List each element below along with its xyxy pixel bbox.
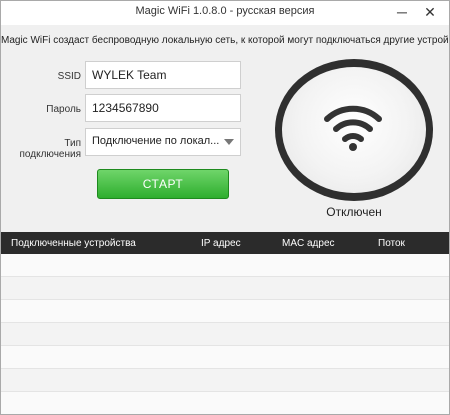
column-mac[interactable]: MAC адрес xyxy=(282,238,335,249)
devices-table-body xyxy=(1,254,449,414)
description-text: Magic WiFi создаст беспроводную локальну… xyxy=(1,35,450,46)
minimize-button[interactable]: ─ xyxy=(389,1,415,25)
ssid-value: WYLEK Team xyxy=(92,68,167,82)
title-bar: Magic WiFi 1.0.8.0 - русская версия ─ ✕ xyxy=(1,1,449,25)
chevron-down-icon xyxy=(224,139,234,145)
app-window: Magic WiFi 1.0.8.0 - русская версия ─ ✕ … xyxy=(0,0,450,415)
ssid-field[interactable]: WYLEK Team xyxy=(85,61,241,89)
column-devices[interactable]: Подключенные устройства xyxy=(11,238,136,249)
password-label: Пароль xyxy=(46,104,81,115)
table-row xyxy=(1,346,449,369)
column-flow[interactable]: Поток xyxy=(378,238,405,249)
close-button[interactable]: ✕ xyxy=(417,1,443,25)
column-ip[interactable]: IP адрес xyxy=(201,238,241,249)
table-row xyxy=(1,254,449,277)
devices-table-header: Подключенные устройства IP адрес MAC адр… xyxy=(1,232,449,254)
wifi-icon xyxy=(324,105,382,151)
start-button[interactable]: СТАРТ xyxy=(97,169,229,199)
connection-status: Отключен xyxy=(326,205,382,219)
window-title: Magic WiFi 1.0.8.0 - русская версия xyxy=(135,5,315,17)
table-row xyxy=(1,392,449,414)
ssid-label: SSID xyxy=(57,71,81,82)
connection-type-select[interactable]: Подключение по локал... xyxy=(85,128,241,156)
connection-type-value: Подключение по локал... xyxy=(92,135,220,147)
password-value: 1234567890 xyxy=(92,101,159,115)
connection-type-label: Тип подключения xyxy=(19,138,82,160)
table-row xyxy=(1,369,449,392)
table-row xyxy=(1,323,449,346)
table-row xyxy=(1,300,449,323)
table-row xyxy=(1,277,449,300)
password-field[interactable]: 1234567890 xyxy=(85,94,241,122)
